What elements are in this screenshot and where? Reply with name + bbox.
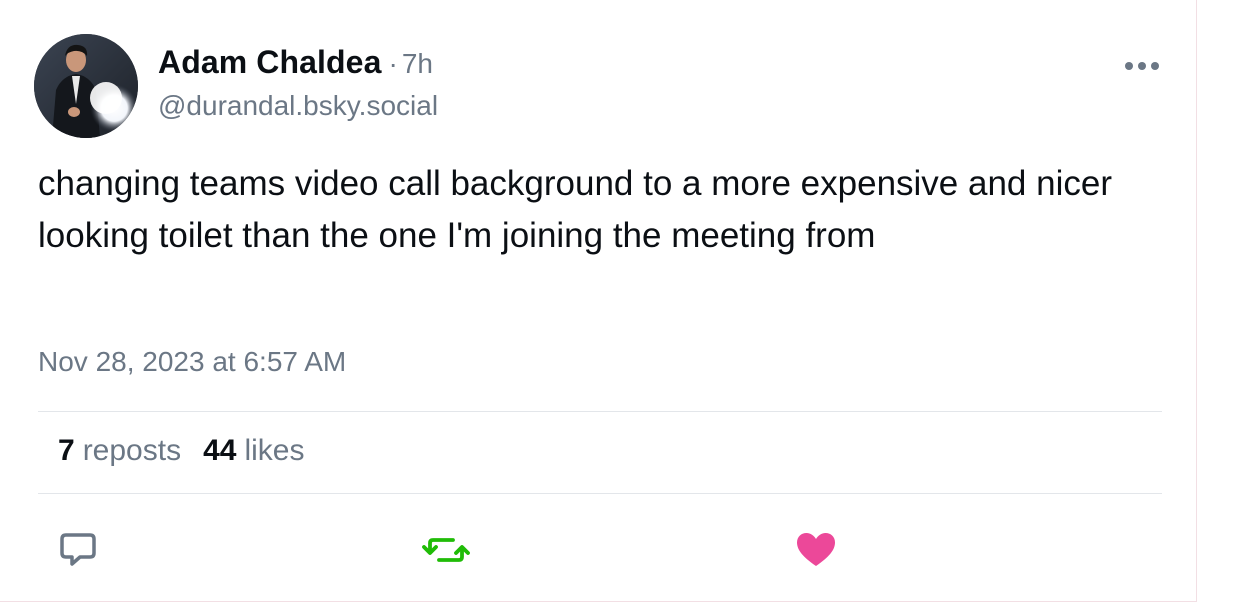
avatar[interactable] <box>34 34 138 138</box>
repost-button[interactable] <box>420 528 472 572</box>
likes-label: likes <box>244 434 305 467</box>
reposts-count: 7 <box>58 434 75 467</box>
post-time-ago[interactable]: 7h <box>402 48 433 80</box>
post-timestamp: Nov 28, 2023 at 6:57 AM <box>38 346 347 377</box>
post-card: Adam Chaldea · 7h @durandal.bsky.social … <box>0 0 1197 602</box>
likes-stat[interactable]: 44 likes <box>203 434 304 468</box>
divider <box>38 493 1162 494</box>
reply-icon <box>60 533 96 566</box>
reposts-label: reposts <box>82 434 182 467</box>
avatar-image <box>34 34 138 138</box>
reposts-stat[interactable]: 7 reposts <box>58 434 181 468</box>
author-handle[interactable]: @durandal.bsky.social <box>158 90 438 122</box>
separator-dot: · <box>388 48 398 79</box>
author-display-name[interactable]: Adam Chaldea <box>158 44 381 81</box>
divider <box>38 411 1162 412</box>
like-button[interactable] <box>790 528 842 572</box>
reply-button[interactable] <box>52 528 104 572</box>
heart-icon <box>797 533 835 566</box>
author-line: Adam Chaldea · 7h <box>158 44 433 88</box>
likes-count: 44 <box>203 434 237 467</box>
more-options-button[interactable] <box>1118 52 1166 80</box>
more-options-icon <box>1125 62 1159 70</box>
post-text: changing teams video call background to … <box>38 164 1112 255</box>
engagement-stats: 7 reposts 44 likes <box>58 434 304 468</box>
repost-icon <box>422 538 470 562</box>
